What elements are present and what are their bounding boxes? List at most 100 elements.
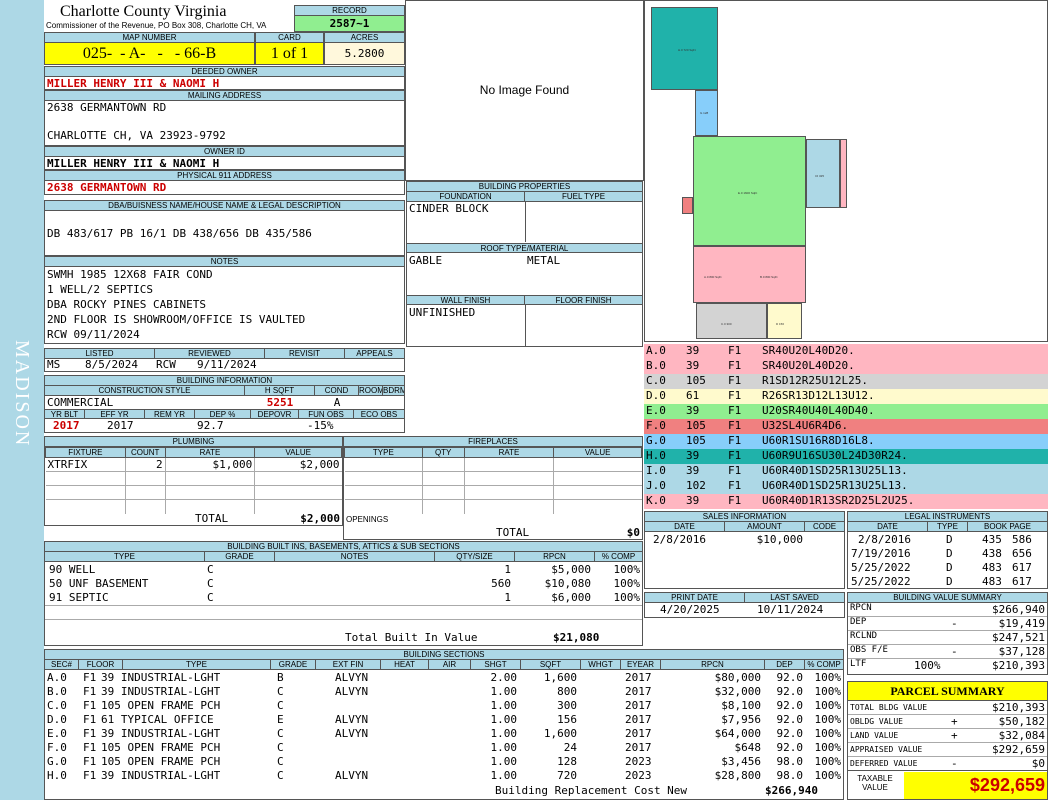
parcel-row-label: OBLDG VALUE	[850, 717, 903, 726]
last-saved-value: 10/11/2024	[757, 603, 824, 616]
section-sqft: 300	[557, 699, 577, 712]
sales-info-box: SALES INFORMATION DATE AMOUNT CODE 2/8/2…	[644, 511, 845, 589]
fireplaces-col: RATE	[463, 447, 555, 458]
plumbing-col: RATE	[164, 447, 256, 458]
legal-book: 435	[982, 533, 1002, 546]
table-row: B.0 F1 39 INDUSTRIAL-LGHT C ALVYN 1.00 800 2017…	[45, 685, 843, 699]
section-grade: C	[277, 741, 284, 754]
plumbing-count: 2	[125, 457, 166, 472]
legal-col: DATE	[848, 522, 928, 532]
fireplaces-total-label: TOTAL	[496, 526, 530, 539]
roof-type-value: GABLE	[409, 254, 443, 267]
district-sidebar: MADISON	[0, 0, 44, 800]
legal-instruments-box: LEGAL INSTRUMENTS DATE TYPE BOOK PAGE 2/…	[847, 511, 1048, 589]
sketch-section-f	[682, 197, 693, 214]
building-properties-box: BUILDING PROPERTIES FOUNDATION FUEL TYPE…	[406, 181, 643, 347]
legal-description-value: DB 483/617 PB 16/1 DB 438/656 DB 435/586	[47, 227, 312, 240]
section-type: 105 OPEN FRAME PCH	[101, 741, 221, 754]
section-eyear: 2023	[625, 769, 652, 782]
section-sec: C.0	[47, 699, 67, 712]
builtin-type: 91 SEPTIC	[49, 591, 109, 604]
sales-date: 2/8/2016	[653, 533, 706, 546]
eff-year-label: EFF YR	[85, 409, 145, 419]
sketch-section-k	[840, 139, 847, 208]
deeded-owner-value: MILLER HENRY III & NAOMI H	[47, 77, 220, 90]
section-ext: ALVYN	[335, 685, 369, 698]
sketch-section-g: G 128	[695, 90, 718, 136]
sketch-section-h: H.0 720 SqFt	[651, 7, 718, 90]
notes-line: RCW 09/11/2024	[47, 328, 140, 341]
sections-total: $266,940	[765, 784, 818, 797]
builtins-total-label: Total Built In Value	[345, 631, 478, 644]
parcel-row-op: -	[951, 757, 958, 770]
legal-type: D	[946, 547, 953, 560]
builtin-rpcn: $10,080	[544, 577, 591, 590]
building-sections-box: BUILDING SECTIONS SEC# FLOOR TYPE GRADE …	[44, 649, 844, 800]
builtins-col: NOTES	[275, 552, 435, 562]
built-ins-box: BUILDING BUILT INS, BASEMENTS, ATTICS & …	[44, 541, 643, 646]
section-grade: C	[277, 685, 284, 698]
table-row: D.0 F1 61 TYPICAL OFFICE E ALVYN 1.00 156 2017 $…	[45, 713, 843, 727]
wall-finish-value: UNFINISHED	[409, 306, 476, 319]
section-comp: 100%	[814, 741, 842, 754]
legal-page: 617	[1012, 575, 1032, 588]
parcel-row-value: $210,393	[992, 701, 1045, 714]
section-ext: ALVYN	[335, 713, 369, 726]
fireplaces-total: $0	[626, 526, 640, 539]
owner-id-box: OWNER ID MILLER HENRY III & NAOMI H	[44, 146, 405, 170]
builtin-qty: 1	[504, 563, 511, 576]
last-saved-label: LAST SAVED	[745, 593, 844, 603]
sales-info-label: SALES INFORMATION	[645, 512, 844, 522]
taxable-value: $292,659	[904, 772, 1047, 799]
section-comp: 100%	[814, 769, 842, 782]
builtin-type: 50 UNF BASEMENT	[49, 577, 149, 590]
summary-op: 100%	[914, 659, 941, 672]
print-date-value: 4/20/2025	[660, 603, 720, 616]
sketch-section-e: E.0 1600 SqFt	[693, 136, 806, 246]
sales-col: CODE	[805, 522, 844, 532]
district-name: MADISON	[11, 340, 33, 448]
map-number-value: 025- - A- - - 66-B	[45, 43, 254, 64]
section-dep: 92.0	[776, 741, 804, 754]
section-eyear: 2017	[625, 741, 652, 754]
section-rpcn: $28,800	[714, 769, 761, 782]
legal-description-label: DBA/BUISNESS NAME/HOUSE NAME & LEGAL DES…	[45, 201, 404, 211]
section-dep: 92.0	[776, 727, 804, 740]
notes-line: 2ND FLOOR IS SHOWROOM/OFFICE IS VAULTED	[47, 313, 306, 326]
section-comp: 100%	[814, 713, 842, 726]
legal-col: BOOK PAGE	[968, 522, 1047, 532]
deeded-owner-label: DEEDED OWNER	[45, 67, 404, 77]
legal-instruments-label: LEGAL INSTRUMENTS	[848, 512, 1047, 522]
builtin-rpcn: $6,000	[551, 591, 591, 604]
sketch-section-c: C.0 300	[696, 303, 767, 339]
section-shgt: 1.00	[490, 769, 518, 782]
listed-date: 8/5/2024	[85, 358, 138, 371]
section-comp: 100%	[814, 699, 842, 712]
section-shgt: 1.00	[490, 713, 518, 726]
section-shgt: 1.00	[490, 755, 518, 768]
physical-address-box: PHYSICAL 911 ADDRESS 2638 GERMANTOWN RD	[44, 170, 405, 195]
physical-address-label: PHYSICAL 911 ADDRESS	[45, 171, 404, 181]
summary-label: DEP	[850, 617, 867, 627]
section-type: 61 TYPICAL OFFICE	[101, 713, 214, 726]
section-ext: ALVYN	[335, 727, 369, 740]
legal-page: 656	[1012, 547, 1032, 560]
hsqft-label: H SQFT	[245, 386, 315, 396]
plumbing-col: VALUE	[254, 447, 342, 458]
legend-row-e: E.0 39 F1 U20SR40U40L40D40.	[644, 404, 1048, 419]
parcel-row-value: $292,659	[992, 743, 1045, 756]
summary-value: $247,521	[992, 631, 1045, 644]
builtin-rpcn: $5,000	[551, 563, 591, 576]
print-date-label: PRINT DATE	[645, 593, 745, 603]
cond-value: A	[333, 396, 341, 409]
plumbing-col: FIXTURE	[45, 447, 126, 458]
summary-op: -	[951, 645, 958, 658]
building-info-label: BUILDING INFORMATION	[45, 376, 404, 386]
builtins-col: QTY/SIZE	[435, 552, 515, 562]
owner-id-value: MILLER HENRY III & NAOMI H	[47, 157, 220, 170]
record-box: RECORD 2587~1	[294, 5, 405, 32]
section-sec: F.0	[47, 741, 67, 754]
mailing-address-box: MAILING ADDRESS 2638 GERMANTOWN RD CHARL…	[44, 90, 405, 146]
building-value-summary-label: BUILDING VALUE SUMMARY	[848, 593, 1047, 603]
listed-by: MS	[47, 358, 61, 371]
